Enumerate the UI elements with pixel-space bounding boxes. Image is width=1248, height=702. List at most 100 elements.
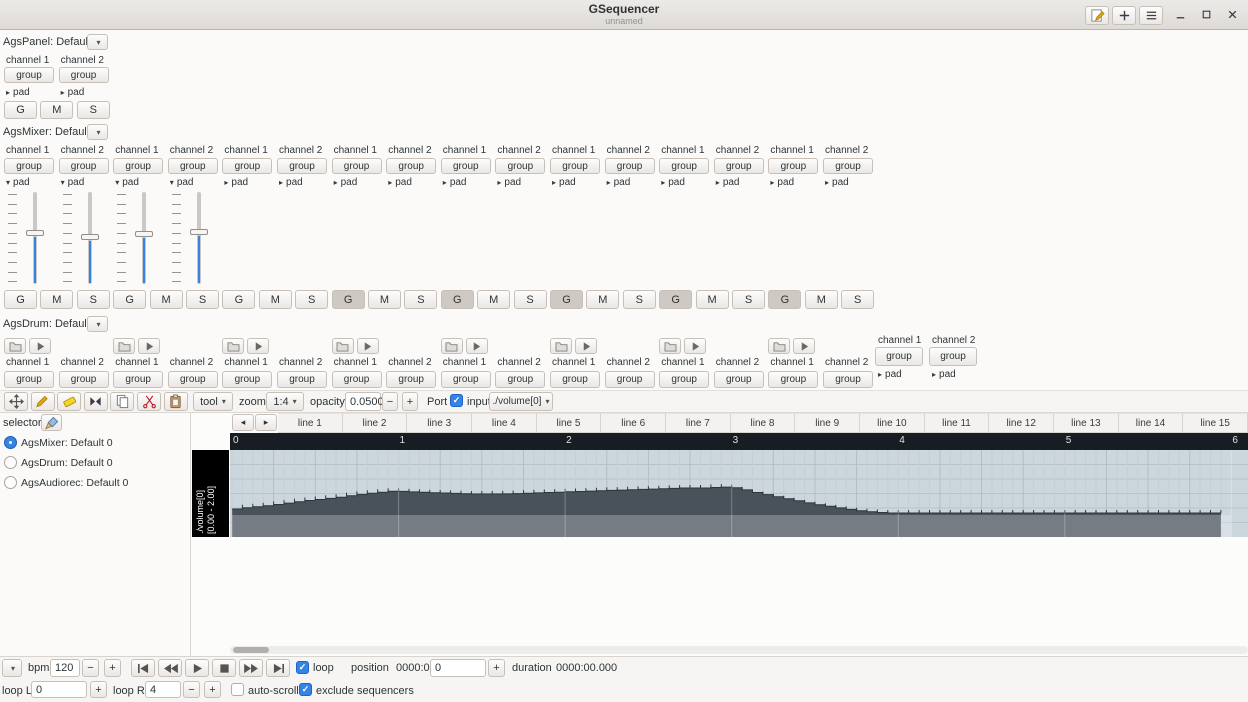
bpm-plus-button[interactable]: +	[104, 659, 121, 677]
slider-handle[interactable]	[26, 229, 44, 236]
gms-s-button[interactable]: S	[513, 290, 547, 309]
opacity-minus-button[interactable]: −	[382, 392, 398, 411]
group-button[interactable]: group	[222, 371, 273, 388]
loop-r-minus-button[interactable]: −	[183, 681, 200, 698]
timeline-ruler[interactable]: 0 1 2 3 4 5 6	[230, 433, 1248, 450]
play-button[interactable]	[684, 338, 707, 354]
loop-l-entry[interactable]: 0	[31, 681, 87, 698]
gms-s-button[interactable]: S	[841, 290, 875, 309]
open-button[interactable]	[768, 338, 791, 354]
line-header[interactable]: line 3	[407, 413, 473, 433]
group-button[interactable]: group	[440, 371, 491, 388]
play-button[interactable]	[793, 338, 816, 354]
volume-slider[interactable]	[168, 190, 218, 286]
gms-s-button[interactable]: S	[404, 290, 438, 309]
add-button[interactable]	[1112, 6, 1136, 25]
group-button[interactable]: group	[167, 158, 218, 174]
tool-copy-button[interactable]	[110, 392, 135, 411]
open-button[interactable]	[659, 338, 682, 354]
notation-edit-button[interactable]	[1085, 6, 1109, 25]
transport-stop-button[interactable]	[212, 659, 236, 677]
tool-edit-button[interactable]	[30, 392, 55, 411]
group-button[interactable]: group	[331, 371, 382, 388]
group-button[interactable]: group	[167, 371, 218, 388]
group-button[interactable]: group	[58, 67, 109, 83]
tool-cut-button[interactable]	[137, 392, 161, 411]
group-button[interactable]: group	[4, 158, 54, 174]
volume-slider[interactable]	[4, 190, 54, 286]
pad-expander[interactable]: ▸ pad	[661, 177, 685, 188]
group-button[interactable]: group	[277, 371, 327, 388]
auto-scroll-checkbox[interactable]	[231, 683, 244, 696]
automation-canvas[interactable]	[230, 450, 1248, 537]
line-header[interactable]: line 13	[1054, 413, 1119, 433]
gms-g-button[interactable]: G	[440, 290, 474, 309]
position-spin-entry[interactable]: 0	[430, 659, 486, 677]
gms-m-button[interactable]: M	[368, 290, 401, 309]
group-button[interactable]: group	[768, 158, 819, 174]
pad-expander[interactable]: ▸ pad	[932, 369, 956, 380]
group-button[interactable]: group	[386, 371, 437, 388]
horizontal-scrollbar[interactable]	[230, 646, 1248, 654]
slider-handle[interactable]	[189, 229, 208, 235]
gms-s-button[interactable]: S	[76, 101, 110, 119]
transport-skip-backward-button[interactable]	[131, 659, 155, 677]
line-header[interactable]: line 9	[795, 413, 861, 433]
line-header[interactable]: line 7	[666, 413, 731, 433]
line-header[interactable]: line 14	[1118, 413, 1184, 433]
machine-radio[interactable]	[4, 476, 17, 489]
line-header[interactable]: line 6	[601, 413, 667, 433]
play-button[interactable]	[247, 338, 270, 354]
group-button[interactable]: group	[768, 371, 819, 388]
restore-button[interactable]	[1197, 7, 1215, 24]
open-button[interactable]	[113, 338, 136, 354]
bpm-entry[interactable]: 120	[50, 659, 80, 677]
tool-combo[interactable]: tool ▾	[193, 392, 233, 411]
pad-expander[interactable]: ▸ pad	[878, 369, 902, 380]
group-button[interactable]: group	[113, 158, 164, 174]
gms-s-button[interactable]: S	[622, 290, 656, 309]
transport-rewind-button[interactable]	[158, 659, 182, 677]
pad-expander[interactable]: ▸ pad	[279, 177, 303, 188]
horizontal-scrollbar-thumb[interactable]	[233, 647, 269, 653]
gms-m-button[interactable]: M	[804, 290, 838, 309]
pad-expander[interactable]: ▸ pad	[224, 177, 248, 188]
pad-expander[interactable]: ▸ pad	[770, 177, 794, 188]
gms-s-button[interactable]: S	[732, 290, 765, 309]
machine-radio[interactable]	[4, 456, 17, 469]
group-button[interactable]: group	[58, 158, 109, 174]
play-button[interactable]	[356, 338, 379, 354]
group-button[interactable]: group	[440, 158, 491, 174]
pad-expander[interactable]: ▸ pad	[497, 177, 521, 188]
pad-expander[interactable]: ▾ pad	[170, 177, 194, 188]
pad-expander[interactable]: ▸ pad	[6, 87, 30, 98]
group-button[interactable]: group	[277, 158, 327, 174]
line-header[interactable]: line 15	[1183, 413, 1248, 433]
loop-checkbox[interactable]: ✓	[296, 661, 309, 674]
group-button[interactable]: group	[823, 158, 873, 174]
gms-g-button[interactable]: G	[4, 101, 37, 119]
pad-expander[interactable]: ▸ pad	[607, 177, 631, 188]
loop-r-plus-button[interactable]: +	[204, 681, 221, 698]
volume-slider[interactable]	[113, 190, 163, 286]
group-button[interactable]: group	[4, 371, 54, 388]
group-button[interactable]: group	[550, 371, 600, 388]
gms-g-button[interactable]: G	[222, 290, 256, 309]
group-button[interactable]: group	[713, 371, 764, 388]
gms-s-button[interactable]: S	[76, 290, 110, 309]
gms-m-button[interactable]: M	[258, 290, 292, 309]
pad-expander[interactable]: ▾ pad	[61, 177, 85, 188]
menu-button[interactable]	[1139, 6, 1163, 25]
gms-m-button[interactable]: M	[40, 101, 74, 119]
bpm-minus-button[interactable]: −	[82, 659, 99, 677]
pad-expander[interactable]: ▾ pad	[6, 177, 30, 188]
opacity-plus-button[interactable]: +	[402, 392, 418, 411]
gms-m-button[interactable]: M	[40, 290, 74, 309]
play-button[interactable]	[138, 338, 161, 354]
line-header[interactable]: line 12	[989, 413, 1055, 433]
group-button[interactable]: group	[222, 158, 273, 174]
group-button[interactable]: group	[550, 158, 600, 174]
transport-play-button[interactable]	[185, 659, 209, 677]
group-button[interactable]: group	[495, 371, 546, 388]
volume-slider[interactable]	[59, 190, 109, 286]
